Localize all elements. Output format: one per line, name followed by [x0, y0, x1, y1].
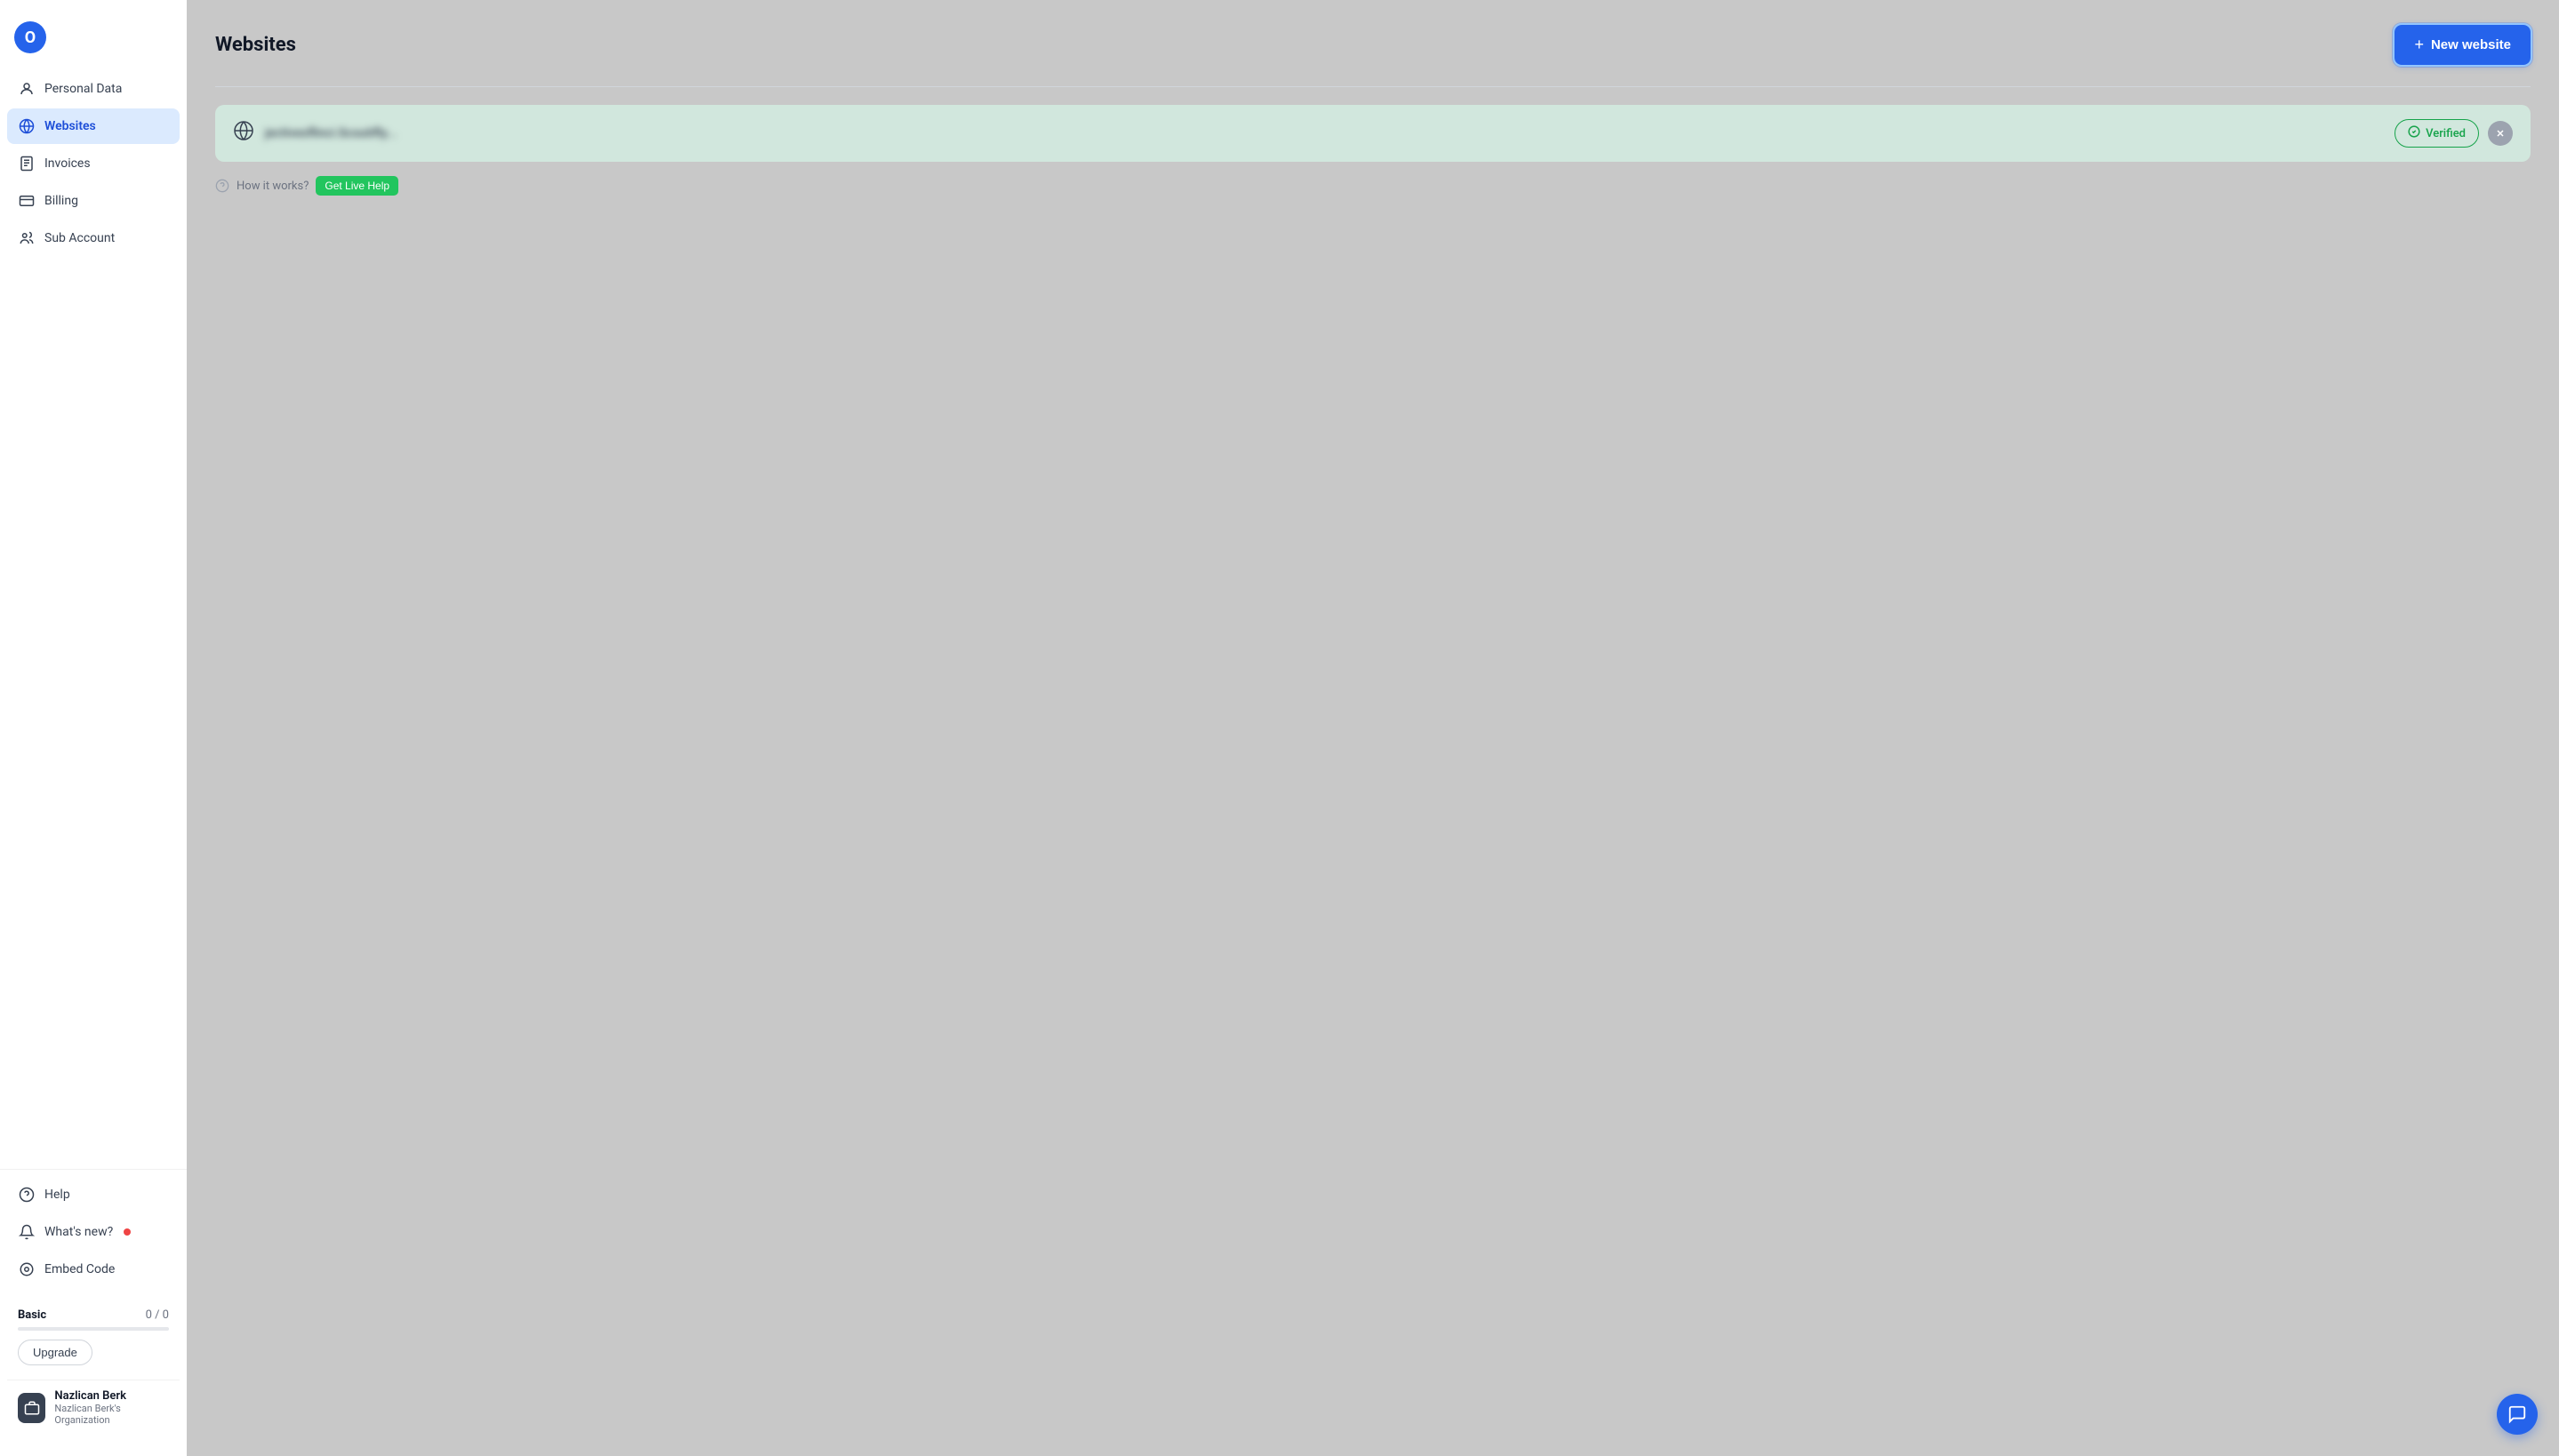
sidebar-item-invoices-label: Invoices [44, 156, 91, 171]
plan-count: 0 / 0 [146, 1308, 169, 1322]
user-info: Nazlican Berk Nazlican Berk's Organizati… [54, 1389, 169, 1426]
sidebar-bottom: Help What's new? Embed Code [0, 1169, 187, 1442]
header-divider [215, 86, 2531, 87]
sidebar-item-billing[interactable]: Billing [7, 183, 180, 219]
sidebar-item-billing-label: Billing [44, 194, 78, 208]
sidebar-item-invoices[interactable]: Invoices [7, 146, 180, 181]
user-org: Nazlican Berk's Organization [54, 1403, 169, 1426]
verified-label: Verified [2426, 127, 2466, 140]
sidebar-logo: O [0, 14, 187, 71]
billing-icon [18, 192, 36, 210]
upgrade-button[interactable]: Upgrade [18, 1340, 92, 1365]
sidebar-item-sub-account-label: Sub Account [44, 231, 115, 245]
sidebar-item-personal-data-label: Personal Data [44, 82, 122, 96]
how-it-works-label: How it works? [237, 180, 309, 193]
main-header: Websites + New website [215, 25, 2531, 65]
sidebar-nav: Personal Data Websites Invoices [0, 71, 187, 1169]
sidebar-item-embed-code[interactable]: Embed Code [7, 1252, 180, 1287]
new-website-label: New website [2431, 37, 2511, 52]
user-section: Nazlican Berk Nazlican Berk's Organizati… [7, 1380, 180, 1435]
bottom-nav: Help What's new? Embed Code [7, 1177, 180, 1287]
get-live-help-button[interactable]: Get Live Help [316, 176, 398, 196]
invoice-icon [18, 155, 36, 172]
plan-progress-bar [18, 1327, 169, 1331]
check-icon [2408, 125, 2420, 141]
bell-icon [18, 1223, 36, 1241]
website-card-left: jectivesflinci.Scoutifly... [233, 120, 397, 147]
sidebar-item-help-label: Help [44, 1188, 70, 1202]
app-logo[interactable]: O [14, 21, 46, 53]
plan-section: Basic 0 / 0 Upgrade [7, 1298, 180, 1372]
website-card: jectivesflinci.Scoutifly... Verified [215, 105, 2531, 162]
person-icon [18, 80, 36, 98]
notification-dot [124, 1228, 131, 1236]
sidebar-item-embed-code-label: Embed Code [44, 1262, 115, 1276]
globe-nav-icon [18, 117, 36, 135]
how-it-works: How it works? Get Live Help [215, 176, 2531, 196]
sidebar-item-whats-new[interactable]: What's new? [7, 1214, 180, 1250]
avatar [18, 1393, 45, 1423]
remove-website-button[interactable] [2488, 121, 2513, 146]
verified-badge: Verified [2395, 119, 2479, 148]
sub-account-icon [18, 229, 36, 247]
embed-icon [18, 1260, 36, 1278]
plus-icon: + [2414, 36, 2424, 54]
user-name: Nazlican Berk [54, 1389, 169, 1403]
website-url: jectivesflinci.Scoutifly... [265, 126, 397, 140]
sidebar-item-websites-label: Websites [44, 119, 96, 133]
new-website-button[interactable]: + New website [2395, 25, 2531, 65]
sidebar-item-whats-new-label: What's new? [44, 1225, 113, 1239]
plan-name: Basic [18, 1308, 46, 1322]
sidebar-item-websites[interactable]: Websites [7, 108, 180, 144]
sidebar: O Personal Data Websites [0, 0, 187, 1456]
question-icon [215, 179, 229, 193]
sidebar-item-personal-data[interactable]: Personal Data [7, 71, 180, 107]
sidebar-item-sub-account[interactable]: Sub Account [7, 220, 180, 256]
website-globe-icon [233, 120, 254, 147]
page-title: Websites [215, 34, 296, 56]
main-content: Websites + New website jectivesflinci.Sc… [187, 0, 2559, 1456]
website-card-right: Verified [2395, 119, 2513, 148]
chat-bubble-button[interactable] [2497, 1394, 2538, 1435]
help-icon [18, 1186, 36, 1204]
sidebar-item-help[interactable]: Help [7, 1177, 180, 1212]
